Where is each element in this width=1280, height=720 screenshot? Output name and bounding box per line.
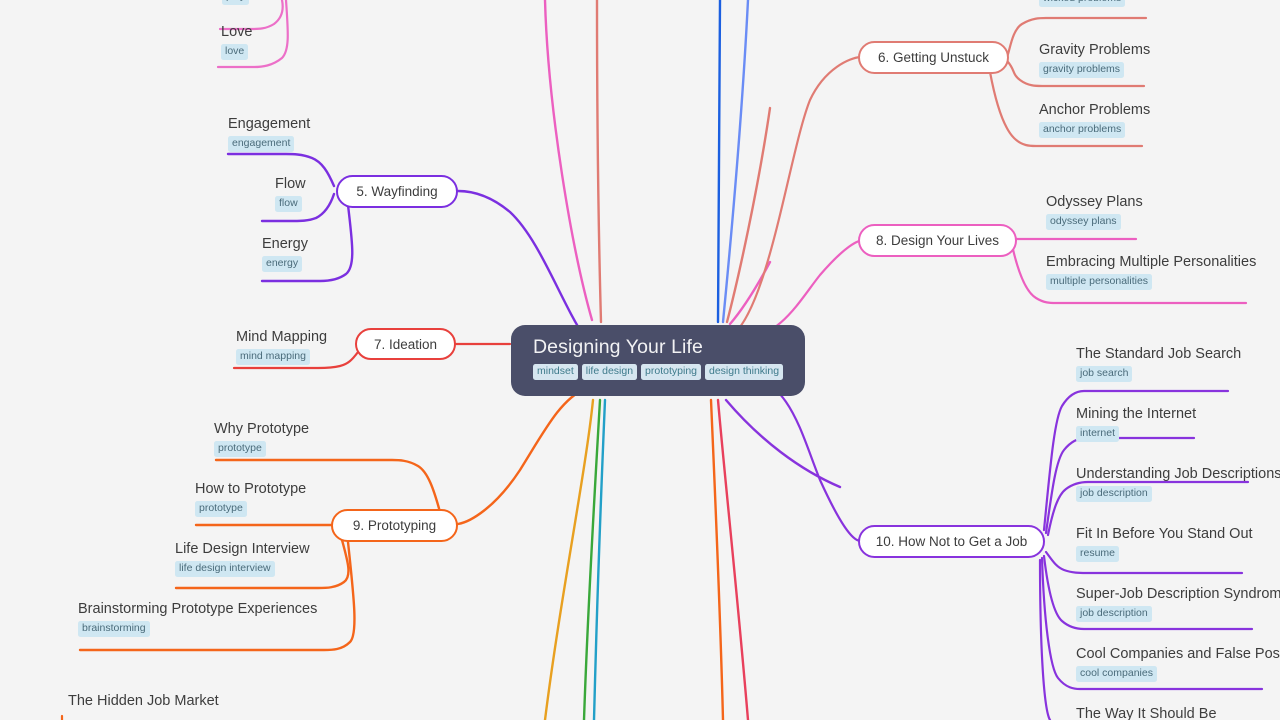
branch-node-how-not-to-get-a-job[interactable]: 10. How Not to Get a Job <box>858 525 1045 558</box>
branch-node-prototyping[interactable]: 9. Prototyping <box>331 509 458 542</box>
leaf-title: Life Design Interview <box>175 541 310 557</box>
leaf-title: Embracing Multiple Personalities <box>1046 254 1257 270</box>
leaf-tag: mind mapping <box>236 349 310 365</box>
leaf-gravity-problems[interactable]: Gravity Problems gravity problems <box>1039 41 1150 78</box>
branch-label: 9. Prototyping <box>352 518 437 533</box>
leaf-title: The Way It Should Be <box>1076 706 1217 720</box>
leaf-title: Odyssey Plans <box>1046 194 1143 210</box>
root-tag-list: mindset life design prototyping design t… <box>533 364 785 380</box>
leaf-why-prototype[interactable]: Why Prototype prototype <box>214 420 309 457</box>
leaf-tag: energy <box>262 256 303 272</box>
leaf-title: Engagement <box>228 116 311 132</box>
leaf-the-way-it-should-be[interactable]: The Way It Should Be <box>1076 705 1217 720</box>
leaf-tag: play <box>222 0 250 5</box>
leaf-title: Mind Mapping <box>236 329 328 345</box>
leaf-tag: job search <box>1076 366 1133 382</box>
leaf-title: Super-Job Description Syndrome <box>1076 586 1280 602</box>
root-title: Designing Your Life <box>533 336 703 358</box>
leaf-tag: job description <box>1076 486 1152 502</box>
root-tag: prototyping <box>641 364 701 380</box>
leaf-wicked-problems[interactable]: wicked problems <box>1039 0 1126 7</box>
leaf-title: The Standard Job Search <box>1076 346 1242 362</box>
leaf-fit-in-before-you-stand-out[interactable]: Fit In Before You Stand Out resume <box>1076 525 1253 562</box>
root-tag: life design <box>581 364 638 380</box>
leaf-engagement[interactable]: Engagement engagement <box>228 115 310 152</box>
leaf-understanding-job-descriptions[interactable]: Understanding Job Descriptions job descr… <box>1076 465 1280 502</box>
leaf-title: Gravity Problems <box>1039 42 1151 58</box>
leaf-tag: brainstorming <box>78 621 150 637</box>
leaf-mind-mapping[interactable]: Mind Mapping mind mapping <box>236 328 327 365</box>
branch-label: 6. Getting Unstuck <box>877 50 990 65</box>
leaf-anchor-problems[interactable]: Anchor Problems anchor problems <box>1039 101 1150 138</box>
leaf-energy[interactable]: Energy energy <box>262 235 308 272</box>
leaf-cool-companies-and-false-positives[interactable]: Cool Companies and False Positives cool … <box>1076 645 1280 682</box>
leaf-the-standard-job-search[interactable]: The Standard Job Search job search <box>1076 345 1241 382</box>
leaf-title: Love <box>221 24 253 40</box>
leaf-title: Fit In Before You Stand Out <box>1076 526 1253 542</box>
leaf-tag: prototype <box>195 501 247 517</box>
leaf-title: Flow <box>275 176 306 192</box>
leaf-how-to-prototype[interactable]: How to Prototype prototype <box>195 480 306 517</box>
branch-node-design-your-lives[interactable]: 8. Design Your Lives <box>858 224 1017 257</box>
leaf-tag: prototype <box>214 441 266 457</box>
leaf-tag: internet <box>1076 426 1120 442</box>
root-tag: design thinking <box>705 364 784 380</box>
root-node[interactable]: Designing Your Life mindset life design … <box>511 325 805 396</box>
leaf-mining-the-internet[interactable]: Mining the Internet internet <box>1076 405 1196 442</box>
leaf-love[interactable]: Love love <box>221 23 252 60</box>
leaf-tag: odyssey plans <box>1046 214 1121 230</box>
leaf-flow[interactable]: Flow flow <box>275 175 306 212</box>
branch-node-getting-unstuck[interactable]: 6. Getting Unstuck <box>858 41 1009 74</box>
leaf-play[interactable]: play <box>222 0 250 5</box>
leaf-title: Energy <box>262 236 308 252</box>
leaf-tag: anchor problems <box>1039 122 1126 138</box>
leaf-tag: love <box>221 44 249 60</box>
leaf-title: Mining the Internet <box>1076 406 1197 422</box>
leaf-title: Brainstorming Prototype Experiences <box>78 601 318 617</box>
branch-label: 10. How Not to Get a Job <box>875 534 1028 549</box>
leaf-tag: flow <box>275 196 302 212</box>
leaf-odyssey-plans[interactable]: Odyssey Plans odyssey plans <box>1046 193 1143 230</box>
leaf-title: Understanding Job Descriptions <box>1076 466 1280 482</box>
leaf-super-job-description-syndrome[interactable]: Super-Job Description Syndrome job descr… <box>1076 585 1280 622</box>
leaf-title: Why Prototype <box>214 421 310 437</box>
leaf-tag: wicked problems <box>1039 0 1126 7</box>
branch-node-ideation[interactable]: 7. Ideation <box>355 328 456 360</box>
leaf-tag: multiple personalities <box>1046 274 1153 290</box>
leaf-the-hidden-job-market[interactable]: The Hidden Job Market <box>68 692 219 710</box>
branch-label: 7. Ideation <box>373 336 438 352</box>
branch-label: 8. Design Your Lives <box>875 233 1000 248</box>
leaf-brainstorming-prototype-experiences[interactable]: Brainstorming Prototype Experiences brai… <box>78 600 317 637</box>
mindmap-canvas: Designing Your Life mindset life design … <box>0 0 1280 720</box>
leaf-life-design-interview[interactable]: Life Design Interview life design interv… <box>175 540 310 577</box>
leaf-embracing-multiple-personalities[interactable]: Embracing Multiple Personalities multipl… <box>1046 253 1256 290</box>
branch-label: 5. Wayfinding <box>356 184 438 199</box>
leaf-title: Anchor Problems <box>1039 102 1151 118</box>
leaf-tag: job description <box>1076 606 1152 622</box>
leaf-title: Cool Companies and False Positives <box>1076 646 1280 662</box>
branch-node-wayfinding[interactable]: 5. Wayfinding <box>336 175 458 208</box>
leaf-title: The Hidden Job Market <box>68 693 219 709</box>
leaf-tag: resume <box>1076 546 1120 562</box>
root-tag: mindset <box>533 364 578 380</box>
leaf-tag: gravity problems <box>1039 62 1125 78</box>
leaf-tag: cool companies <box>1076 666 1157 682</box>
leaf-title: How to Prototype <box>195 481 307 497</box>
leaf-tag: engagement <box>228 136 295 152</box>
leaf-tag: life design interview <box>175 561 275 577</box>
